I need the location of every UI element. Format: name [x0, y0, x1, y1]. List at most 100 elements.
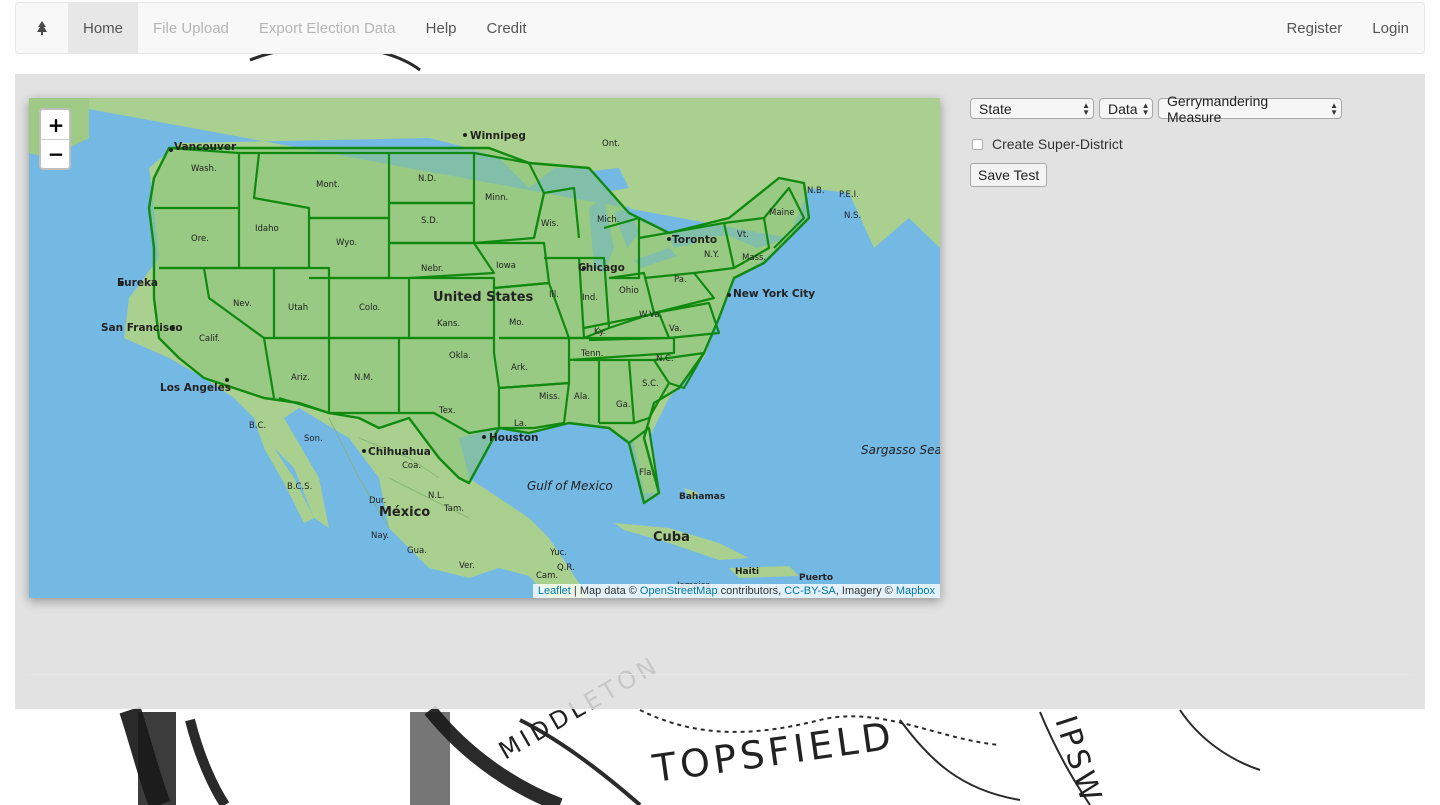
state-label-nc: N.C.: [656, 354, 674, 364]
state-label-nev: Nev.: [233, 299, 252, 309]
state-label-ind: Ind.: [582, 293, 598, 303]
state-label-tenn: Tenn.: [580, 349, 603, 359]
region-label-gua: Gua.: [407, 546, 427, 556]
city-label-haiti: Haiti: [735, 567, 759, 577]
state-label-vt: Vt.: [737, 230, 749, 240]
brand-logo[interactable]: [16, 3, 68, 53]
region-label-bc: B.C.: [249, 421, 266, 431]
region-label-nb: N.B.: [807, 186, 825, 196]
nav-help[interactable]: Help: [411, 3, 472, 53]
city-label-san-francisco: San Francisco: [101, 322, 183, 334]
city-label-vancouver: Vancouver: [174, 141, 237, 153]
state-label-okla: Okla.: [449, 351, 471, 361]
select-arrows-icon: ▲ ▼: [1082, 100, 1090, 117]
region-label-ns: N.S.: [844, 211, 861, 221]
water-label-sargasso-sea: Sargasso Sea: [861, 443, 940, 457]
city-label-houston: Houston: [489, 432, 538, 444]
region-label-nl: N.L.: [428, 491, 445, 501]
state-label-wash: Wash.: [191, 164, 217, 174]
nav-credit[interactable]: Credit: [472, 3, 542, 53]
city-label-new-york-city: New York City: [733, 288, 815, 300]
state-label-ore: Ore.: [191, 234, 209, 244]
state-label-mich: Mich.: [597, 215, 619, 225]
super-district-label: Create Super-District: [992, 136, 1123, 152]
zoom-out-button[interactable]: −: [41, 139, 69, 168]
gerrymandering-measure-select[interactable]: Gerrymandering Measure ▲ ▼: [1158, 93, 1342, 125]
city-label-winnipeg: Winnipeg: [470, 130, 526, 142]
leaflet-link[interactable]: Leaflet: [538, 585, 571, 597]
mapbox-link[interactable]: Mapbox: [896, 585, 935, 597]
city-label-bahamas: Bahamas: [679, 492, 725, 502]
state-label-wis: Wis.: [541, 219, 559, 229]
state-label-mo: Mo.: [509, 318, 524, 328]
nav-export-election-data[interactable]: Export Election Data: [244, 3, 411, 53]
attribution-text-1: | Map data ©: [570, 585, 640, 597]
state-label-tex: Tex.: [438, 406, 456, 416]
state-label-pa: Pa.: [674, 275, 687, 285]
map-attribution: Leaflet | Map data © OpenStreetMap contr…: [532, 584, 940, 598]
state-label-ohio: Ohio: [619, 286, 639, 296]
panel-divider: [29, 674, 1411, 675]
country-label-united-states: United States: [433, 290, 534, 305]
state-label-mont: Mont.: [316, 180, 340, 190]
region-label-yuc: Yuc.: [549, 548, 567, 558]
city-label-chihuahua: Chihuahua: [368, 446, 431, 458]
city-label-toronto: Toronto: [672, 234, 717, 246]
region-label-cam: Cam.: [536, 571, 558, 581]
save-test-button[interactable]: Save Test: [970, 163, 1048, 187]
state-label-calif: Calif.: [199, 334, 220, 344]
region-label-coa: Coa.: [402, 461, 421, 471]
state-label-iowa: Iowa: [496, 261, 516, 271]
state-label-la: La.: [514, 419, 527, 429]
state-select-value: State: [979, 100, 1012, 117]
map-tiles[interactable]: Vancouver Winnipeg Eureka San Francisco …: [29, 98, 940, 598]
super-district-checkbox[interactable]: [972, 138, 983, 150]
state-select[interactable]: State ▲ ▼: [970, 98, 1094, 119]
city-label-mexico: México: [379, 505, 430, 520]
zoom-in-button[interactable]: +: [41, 110, 69, 139]
nav-home[interactable]: Home: [68, 3, 139, 53]
town-label-topsfield: TOPSFIELD: [649, 713, 897, 791]
state-label-nm: N.M.: [354, 373, 373, 383]
region-label-qr: Q.R.: [557, 563, 575, 573]
nav-register[interactable]: Register: [1271, 3, 1357, 53]
city-label-los-angeles: Los Angeles: [160, 382, 231, 394]
data-select[interactable]: Data ▲ ▼: [1099, 98, 1153, 119]
state-label-utah: Utah: [288, 303, 308, 313]
map-container[interactable]: Vancouver Winnipeg Eureka San Francisco …: [29, 98, 940, 598]
region-label-bcs: B.C.S.: [287, 482, 312, 492]
state-label-sd: S.D.: [421, 216, 438, 226]
zoom-control: + −: [39, 108, 71, 170]
region-label-tam: Tam.: [443, 504, 464, 514]
state-label-sc: S.C.: [642, 379, 659, 389]
city-label-eureka: Eureka: [117, 277, 158, 289]
attribution-text-2: contributors,: [717, 585, 785, 597]
town-label-ipswich: IPSW: [1047, 712, 1109, 805]
region-label-dur: Dur.: [369, 496, 386, 506]
water-label-gulf-of-mexico: Gulf of Mexico: [527, 479, 613, 493]
nav-login[interactable]: Login: [1357, 3, 1424, 53]
nav-file-upload[interactable]: File Upload: [138, 3, 244, 53]
top-navbar: Home File Upload Export Election Data He…: [15, 2, 1425, 54]
city-label-puerto: Puerto: [799, 573, 833, 583]
state-label-ark: Ark.: [511, 363, 528, 373]
attribution-text-3: , Imagery ©: [835, 585, 896, 597]
state-label-ky: Ky.: [594, 327, 605, 337]
state-label-ny: N.Y.: [704, 250, 719, 260]
measure-select-value: Gerrymandering Measure: [1167, 92, 1269, 125]
state-label-miss: Miss.: [539, 392, 560, 402]
state-label-ga: Ga.: [616, 400, 631, 410]
state-label-nd: N.D.: [418, 174, 436, 184]
region-label-pei: P.E.I.: [839, 190, 859, 200]
state-label-wyo: Wyo.: [336, 238, 357, 248]
region-label-ver: Ver.: [459, 561, 475, 571]
state-label-nebr: Nebr.: [421, 264, 443, 274]
state-label-fla: Fla.: [639, 468, 654, 478]
super-district-row: Create Super-District: [970, 136, 1342, 152]
cc-by-sa-link[interactable]: CC-BY-SA: [784, 585, 836, 597]
state-label-mass: Mass.: [742, 253, 766, 263]
openstreetmap-link[interactable]: OpenStreetMap: [640, 585, 718, 597]
main-panel: Vancouver Winnipeg Eureka San Francisco …: [15, 74, 1425, 709]
controls-panel: State ▲ ▼ Data ▲ ▼ Gerrymandering Measure …: [970, 93, 1342, 187]
state-label-ill: Ill.: [549, 290, 559, 300]
